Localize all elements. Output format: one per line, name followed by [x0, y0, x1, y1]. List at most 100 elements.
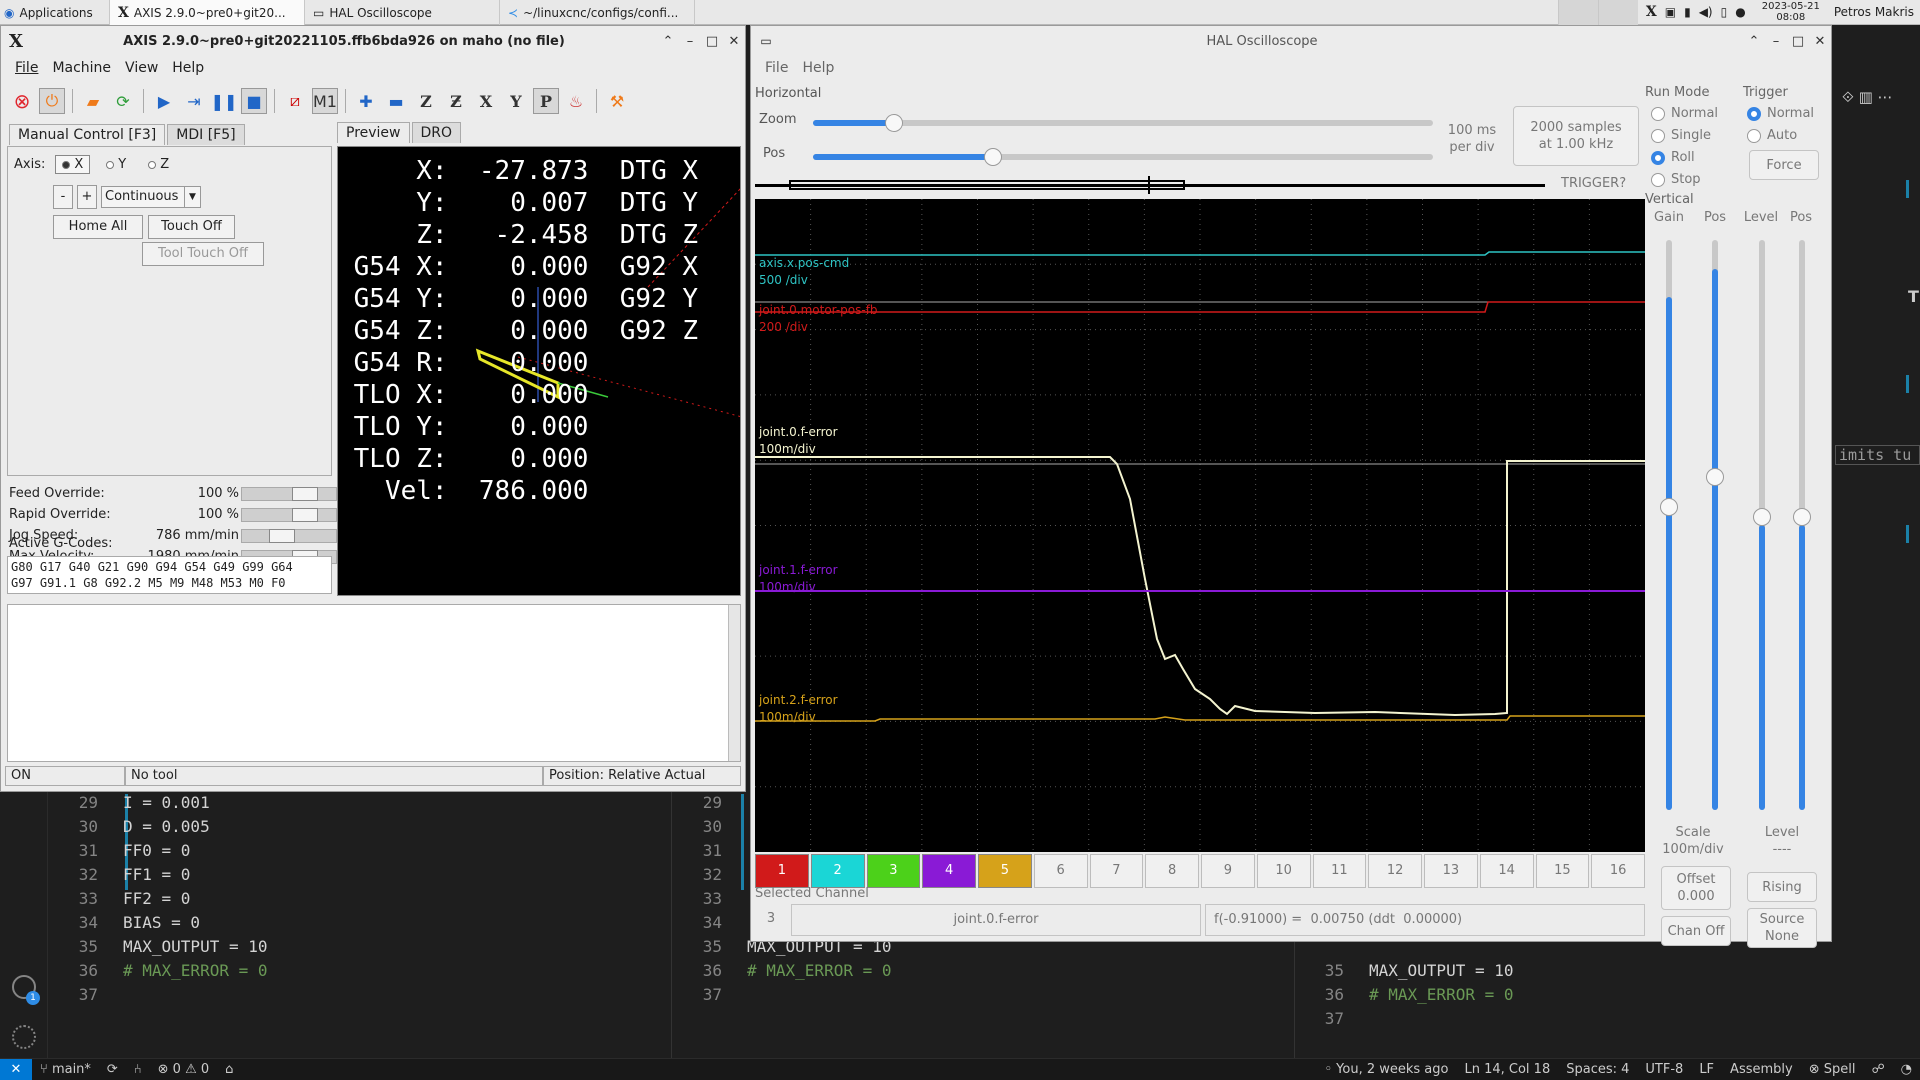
- view-p-icon[interactable]: P: [533, 88, 559, 114]
- channel-button[interactable]: 10: [1256, 854, 1311, 888]
- code-line[interactable]: 30 D = 0.005: [48, 815, 210, 839]
- channel-button[interactable]: 4: [922, 854, 976, 888]
- close-icon[interactable]: ✕: [723, 34, 745, 49]
- gcode-listing[interactable]: [7, 604, 741, 762]
- git-graph-icon[interactable]: ⑃: [126, 1062, 150, 1077]
- axis-radio-x[interactable]: X: [55, 155, 91, 174]
- clear-plot-icon[interactable]: ⚒: [604, 88, 630, 114]
- source-button[interactable]: Source None: [1747, 908, 1817, 948]
- workspace-1[interactable]: [1557, 0, 1598, 25]
- radio-circle[interactable]: [1651, 172, 1665, 187]
- home-all-button[interactable]: Home All: [53, 215, 143, 239]
- jog-plus-button[interactable]: +: [77, 185, 97, 209]
- jog-speed-slider[interactable]: [241, 529, 337, 543]
- jog-minus-button[interactable]: -: [53, 185, 73, 209]
- jog-increment-select[interactable]: Continuous ▼: [101, 186, 201, 208]
- spell-check[interactable]: ⊗ Spell: [1801, 1062, 1864, 1077]
- code-line[interactable]: 31: [672, 839, 747, 863]
- open-file-icon[interactable]: ▰: [80, 88, 106, 114]
- code-line[interactable]: 32: [672, 863, 747, 887]
- menu-help[interactable]: Help: [166, 60, 210, 76]
- chevron-up-icon[interactable]: ⌃: [657, 34, 679, 49]
- clock[interactable]: 2023-05-21 08:08: [1754, 0, 1828, 24]
- code-line[interactable]: 36 # MAX_ERROR = 0: [1294, 983, 1514, 1007]
- run-mode-option[interactable]: Normal: [1651, 106, 1718, 121]
- chevron-up-icon[interactable]: ⌃: [1743, 34, 1765, 49]
- network-icon[interactable]: ▮: [1684, 5, 1691, 19]
- code-line[interactable]: 37: [672, 983, 747, 1007]
- menu-help[interactable]: Help: [796, 60, 840, 76]
- code-line[interactable]: 36 # MAX_ERROR = 0: [672, 959, 892, 983]
- channel-button[interactable]: 2: [810, 854, 865, 888]
- radio-circle[interactable]: [1747, 128, 1761, 143]
- channel-button[interactable]: 5: [978, 854, 1032, 888]
- listing-scrollbar[interactable]: [728, 605, 740, 761]
- feed-override-slider[interactable]: [241, 487, 337, 501]
- code-line[interactable]: 35 MAX_OUTPUT = 10: [1294, 959, 1514, 983]
- taskbar-window-axis[interactable]: X AXIS 2.9.0~pre0+git20...: [110, 0, 305, 25]
- trigger-pos-slider[interactable]: [1793, 240, 1811, 810]
- code-line[interactable]: 35 MAX_OUTPUT = 10: [48, 935, 268, 959]
- channel-button[interactable]: 12: [1368, 854, 1422, 888]
- channel-button[interactable]: 1: [755, 854, 809, 888]
- halscope-titlebar[interactable]: ▭ HAL Oscilloscope ⌃ – □ ✕: [751, 26, 1831, 56]
- remote-indicator[interactable]: ✕: [0, 1058, 32, 1080]
- taskbar-window-vscode[interactable]: ≺ ~/linuxcnc/configs/confi...: [500, 0, 695, 25]
- code-line[interactable]: 32 FF1 = 0: [48, 863, 191, 887]
- problems-indicator[interactable]: ⊗ 0 ⚠ 0: [150, 1062, 218, 1077]
- force-button[interactable]: Force: [1749, 150, 1819, 180]
- code-line[interactable]: 37: [1294, 1007, 1369, 1031]
- channel-button[interactable]: 13: [1424, 854, 1478, 888]
- selected-channel-source[interactable]: joint.0.f-error: [791, 904, 1201, 936]
- channel-button[interactable]: 6: [1033, 854, 1088, 888]
- minimize-icon[interactable]: –: [1765, 34, 1787, 49]
- code-line[interactable]: 33 FF2 = 0: [48, 887, 191, 911]
- channel-button[interactable]: 8: [1145, 854, 1199, 888]
- touch-off-button[interactable]: Touch Off: [148, 215, 235, 239]
- x-tray-icon[interactable]: X: [1646, 4, 1657, 20]
- home-icon[interactable]: ⌂: [217, 1062, 241, 1077]
- channel-button[interactable]: 15: [1535, 854, 1590, 888]
- run-mode-option[interactable]: Roll: [1651, 150, 1695, 165]
- radio-circle[interactable]: [1651, 150, 1665, 165]
- channel-button[interactable]: 3: [866, 854, 921, 888]
- block-delete-icon[interactable]: ⧄: [282, 88, 308, 114]
- code-line[interactable]: 34 BIAS = 0: [48, 911, 200, 935]
- view-z-icon[interactable]: Z: [413, 88, 439, 114]
- channel-button[interactable]: 16: [1591, 854, 1645, 888]
- editor-actions[interactable]: ⟐ ▥ ⋯: [1842, 88, 1893, 106]
- rising-button[interactable]: Rising: [1747, 872, 1817, 902]
- code-line[interactable]: 34: [672, 911, 747, 935]
- tab-dro[interactable]: DRO: [411, 122, 462, 143]
- slider-thumb[interactable]: [269, 529, 296, 543]
- minimize-icon[interactable]: –: [679, 34, 701, 49]
- slider-knob[interactable]: [1793, 508, 1811, 526]
- zoom-in-icon[interactable]: ✚: [353, 88, 379, 114]
- git-blame[interactable]: ◦ You, 2 weeks ago: [1316, 1062, 1456, 1077]
- run-icon[interactable]: ▶: [151, 88, 177, 114]
- battery-icon[interactable]: ▯: [1721, 5, 1728, 19]
- line-ending[interactable]: LF: [1691, 1062, 1722, 1077]
- view-x-icon[interactable]: X: [473, 88, 499, 114]
- settings-gear-icon[interactable]: [12, 1025, 36, 1049]
- close-icon[interactable]: ✕: [1809, 34, 1831, 49]
- view-z2-icon[interactable]: Ƶ: [443, 88, 469, 114]
- user-menu[interactable]: Petros Makris: [1828, 0, 1920, 24]
- sync-icon[interactable]: ⟳: [99, 1062, 126, 1077]
- trigger-mode-option[interactable]: Auto: [1747, 128, 1797, 143]
- language-mode[interactable]: Assembly: [1722, 1062, 1801, 1077]
- slider-knob[interactable]: [983, 148, 1002, 166]
- position-slider[interactable]: [813, 148, 1433, 166]
- offset-button[interactable]: Offset 0.000: [1661, 866, 1731, 910]
- run-mode-option[interactable]: Single: [1651, 128, 1711, 143]
- stop-icon[interactable]: ■: [241, 88, 267, 114]
- code-line[interactable]: 29 I = 0.001: [48, 791, 210, 815]
- machine-power-icon[interactable]: ⏻: [39, 88, 65, 114]
- axis-radio-z[interactable]: Z: [142, 156, 175, 173]
- gain-slider[interactable]: [1660, 240, 1678, 810]
- git-branch[interactable]: ⑂ main*: [32, 1062, 99, 1077]
- code-line[interactable]: 37: [48, 983, 123, 1007]
- trigger-level-slider[interactable]: [1753, 240, 1771, 810]
- record-window-bar[interactable]: [755, 176, 1545, 194]
- channel-button[interactable]: 7: [1089, 854, 1144, 888]
